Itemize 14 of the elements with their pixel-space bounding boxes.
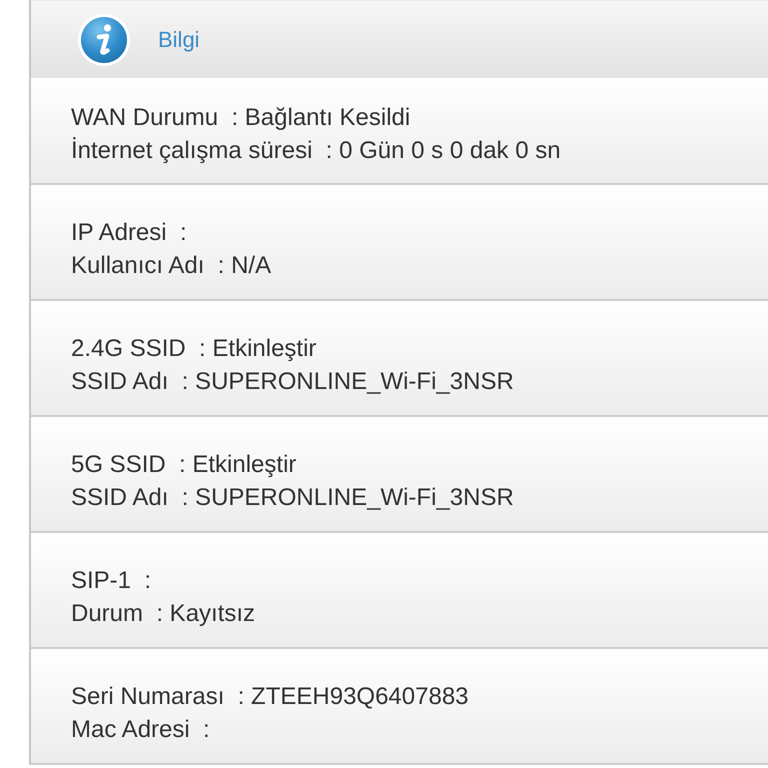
info-line: SIP-1 : xyxy=(71,567,152,594)
info-icon xyxy=(78,14,130,66)
info-line: İnternet çalışma süresi : 0 Gün 0 s 0 dak 0 sn xyxy=(71,137,561,164)
info-line: SSID Adı : SUPERONLINE_Wi-Fi_3NSR xyxy=(71,368,514,395)
info-line: IP Adresi : xyxy=(71,219,187,246)
info-line: Kullanıcı Adı : N/A xyxy=(71,252,272,279)
info-line: Mac Adresi : xyxy=(71,716,210,743)
info-line: 2.4G SSID : Etkinleştir xyxy=(71,335,316,362)
info-line: Seri Numarası : ZTEEH93Q6407883 xyxy=(71,683,469,710)
info-line: Durum : Kayıtsız xyxy=(71,600,256,627)
info-line: SSID Adı : SUPERONLINE_Wi-Fi_3NSR xyxy=(71,484,514,511)
info-line: 5G SSID : Etkinleştir xyxy=(71,451,296,478)
panel-title: Bilgi xyxy=(158,28,200,50)
info-line: WAN Durumu : Bağlantı Kesildi xyxy=(71,104,410,131)
